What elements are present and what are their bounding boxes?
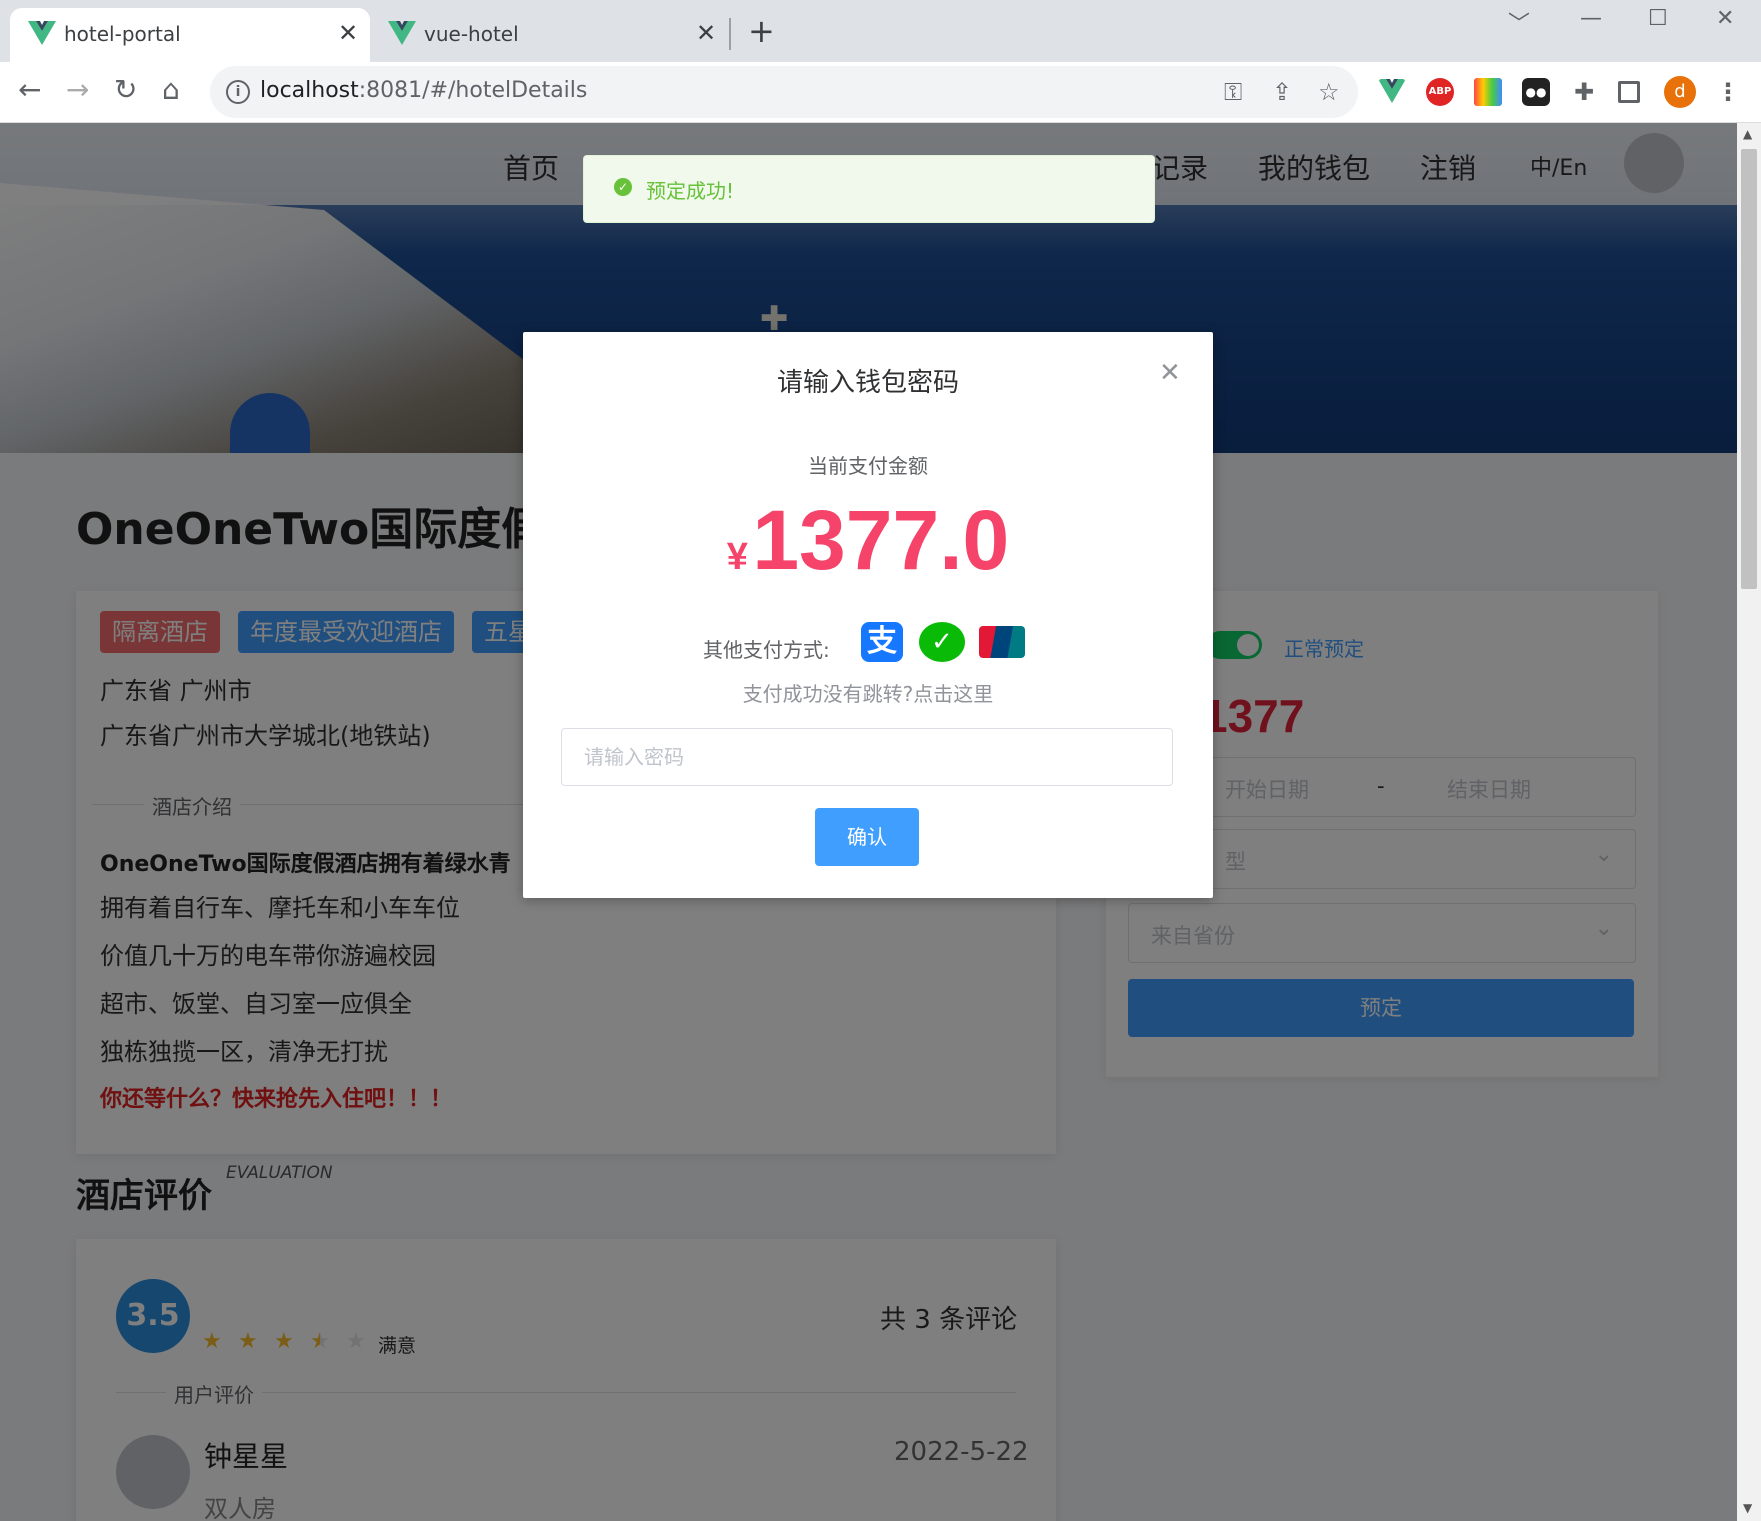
bookmark-star-icon[interactable]: ☆ (1318, 78, 1340, 106)
back-icon[interactable]: ← (18, 74, 41, 106)
side-panel-icon[interactable] (1618, 81, 1640, 103)
amount-value: 1377.0 (752, 493, 1010, 587)
browser-toolbar: ← → ↻ ⌂ i localhost:8081/#/hotelDetails … (0, 62, 1761, 123)
minimize-icon[interactable]: — (1580, 6, 1602, 31)
tampermonkey-icon[interactable]: ●● (1522, 78, 1550, 106)
forward-icon[interactable]: → (66, 74, 89, 106)
unionpay-icon[interactable] (979, 626, 1025, 658)
share-icon[interactable]: ⇪ (1272, 78, 1292, 106)
new-tab-button[interactable]: + (748, 15, 775, 47)
reload-icon[interactable]: ↻ (114, 74, 137, 106)
other-methods-label: 其他支付方式: (703, 638, 830, 662)
site-info-icon[interactable]: i (226, 80, 250, 104)
payment-dialog: 请输入钱包密码 ✕ 当前支付金额 ¥ 1377.0 其他支付方式: 支 ✓ 支付… (523, 332, 1213, 898)
tab-vue-hotel[interactable]: vue-hotel ✕ (370, 8, 728, 62)
success-toast: ✓ 预定成功! (583, 155, 1155, 223)
tab-search-chevron-icon[interactable]: ﹀ (1508, 6, 1530, 38)
vue-logo-icon (388, 21, 416, 45)
toast-message: 预定成功! (646, 179, 735, 203)
scroll-down-icon[interactable]: ▼ (1743, 1501, 1752, 1515)
dialog-title: 请输入钱包密码 (776, 368, 959, 398)
maximize-icon[interactable]: ☐ (1648, 6, 1668, 31)
color-picker-icon[interactable] (1474, 78, 1502, 106)
url-text[interactable]: localhost:8081/#/hotelDetails (260, 78, 587, 103)
alipay-icon[interactable]: 支 (861, 622, 903, 662)
tab-hotel-portal[interactable]: hotel-portal ✕ (10, 8, 370, 62)
home-icon[interactable]: ⌂ (162, 74, 180, 106)
vue-devtools-icon[interactable] (1378, 78, 1406, 106)
confirm-button[interactable]: 确认 (815, 808, 919, 866)
tab-title: hotel-portal (64, 22, 181, 46)
tab-separator (729, 18, 731, 50)
password-input[interactable] (561, 728, 1173, 786)
extensions-puzzle-icon[interactable]: ✚ (1570, 78, 1598, 106)
window-close-icon[interactable]: ✕ (1716, 6, 1734, 31)
menu-kebab-icon[interactable]: ⋮ (1714, 78, 1742, 106)
amount-label: 当前支付金额 (808, 454, 928, 478)
adblock-icon[interactable]: ABP (1426, 78, 1454, 106)
scrollbar-thumb[interactable] (1741, 149, 1757, 589)
profile-avatar[interactable]: d (1664, 76, 1696, 108)
wechat-pay-icon[interactable]: ✓ (919, 622, 965, 662)
vue-logo-icon (28, 21, 56, 45)
browser-tabstrip: hotel-portal ✕ vue-hotel ✕ + ﹀ — ☐ ✕ (0, 0, 1761, 62)
page-viewport: ✚ 首页 记录 我的钱包 注销 中/En OneOneTwo国际度假 隔离酒店 … (0, 123, 1737, 1521)
key-icon[interactable]: ⚿ (1224, 78, 1242, 106)
scroll-up-icon[interactable]: ▲ (1743, 127, 1752, 141)
check-circle-icon: ✓ (614, 178, 632, 196)
address-bar[interactable]: i localhost:8081/#/hotelDetails ⚿ ⇪ ☆ (210, 66, 1358, 118)
currency-symbol: ¥ (726, 536, 748, 578)
tab-close-icon[interactable]: ✕ (696, 20, 716, 46)
payment-amount: ¥ 1377.0 (523, 492, 1213, 589)
payment-jump-link[interactable]: 支付成功没有跳转?点击这里 (523, 678, 1213, 707)
dialog-close-icon[interactable]: ✕ (1159, 358, 1181, 388)
page-scrollbar[interactable]: ▲ ▼ (1737, 123, 1761, 1521)
tab-title: vue-hotel (424, 22, 519, 46)
tab-close-icon[interactable]: ✕ (338, 20, 358, 46)
